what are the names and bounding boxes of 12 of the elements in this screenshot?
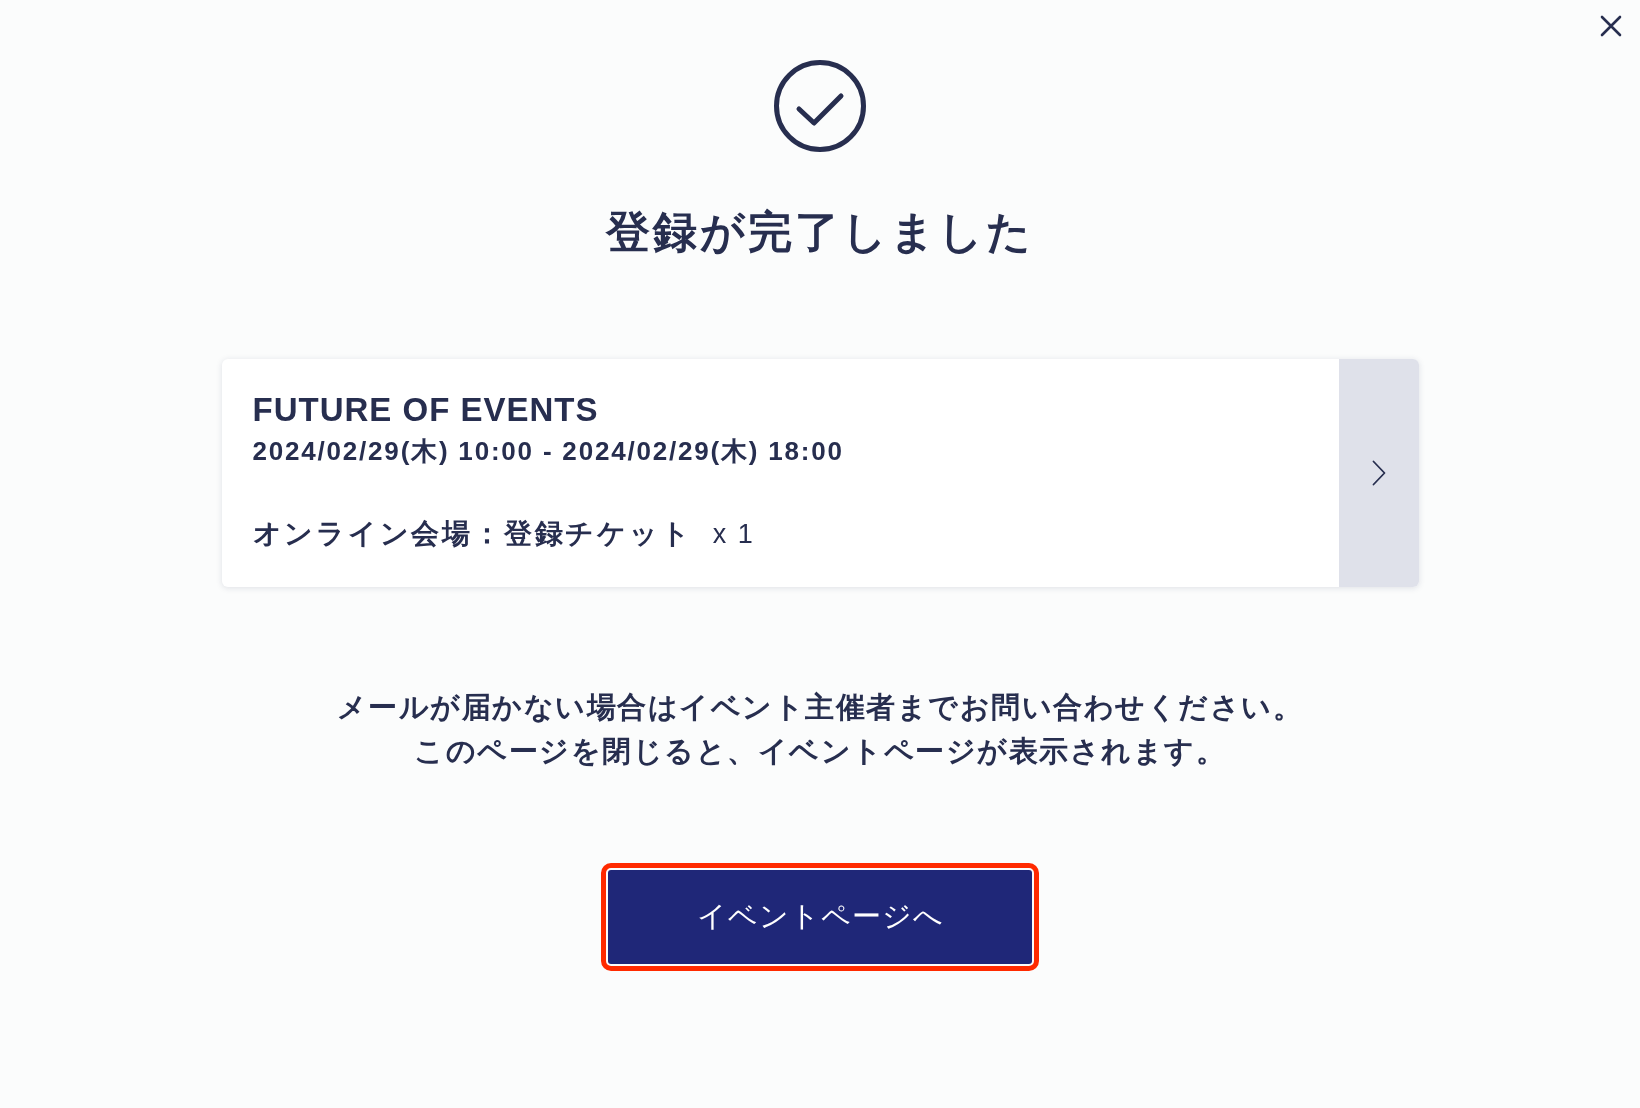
close-button[interactable] [1599, 14, 1623, 38]
completion-title: 登録が完了しました [606, 206, 1034, 258]
chevron-right-icon [1371, 460, 1386, 486]
info-message: メールが届かない場合はイベント主催者までお問い合わせください。 [336, 690, 1304, 725]
event-card[interactable]: FUTURE OF EVENTS 2024/02/29(木) 10:00 - 2024/02/29(木) 18:00 オンライン会場：登録チケット x 1 [221, 359, 1419, 587]
info-message: このページを閉じると、イベントページが表示されます。 [414, 734, 1226, 769]
event-title: FUTURE OF EVENTS [252, 391, 599, 429]
check-circle-icon [774, 60, 866, 152]
close-icon [1600, 15, 1622, 37]
event-datetime: 2024/02/29(木) 10:00 - 2024/02/29(木) 18:00 [252, 436, 844, 466]
ticket-name: オンライン会場：登録チケット [252, 517, 693, 551]
ticket-quantity: x 1 [712, 518, 755, 551]
